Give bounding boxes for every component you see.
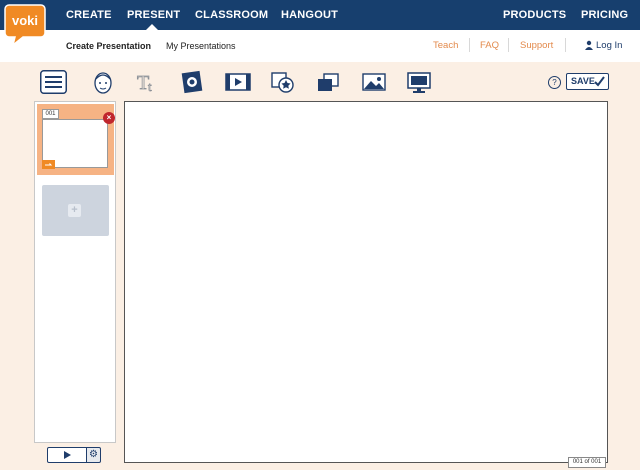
video-icon[interactable] [225, 69, 251, 95]
text-icon[interactable]: T t [136, 69, 162, 95]
slide-number: 001 [42, 109, 59, 119]
gear-icon: ⚙ [89, 449, 98, 460]
nav-products[interactable]: PRODUCTS [503, 9, 566, 21]
nav-create[interactable]: CREATE [66, 9, 112, 21]
faq-link[interactable]: FAQ [480, 40, 499, 51]
checkmark-icon [594, 76, 605, 87]
settings-button[interactable]: ⚙ [86, 447, 101, 463]
divider [565, 38, 566, 52]
character-icon[interactable] [90, 69, 116, 95]
divider [508, 38, 509, 52]
save-label: SAVE [571, 76, 595, 86]
nav-hangout[interactable]: HANGOUT [281, 9, 338, 21]
nav-pricing[interactable]: PRICING [581, 9, 628, 21]
voki-logo[interactable]: voki [3, 3, 47, 47]
create-presentation-link[interactable]: Create Presentation [66, 41, 151, 51]
login-link[interactable]: Log In [596, 40, 622, 51]
sub-nav: Create Presentation My Presentations Tea… [0, 30, 640, 62]
layers-icon[interactable] [315, 69, 341, 95]
menu-icon[interactable] [40, 70, 67, 94]
nav-present[interactable]: PRESENT [127, 9, 180, 21]
user-icon [585, 40, 593, 50]
svg-text:t: t [148, 79, 152, 94]
logo-text: voki [12, 13, 38, 28]
save-button[interactable]: SAVE [566, 73, 609, 90]
top-nav: CREATE PRESENT CLASSROOM HANGOUT PRODUCT… [0, 0, 640, 30]
nav-classroom[interactable]: CLASSROOM [195, 9, 268, 21]
help-button[interactable]: ? [548, 76, 561, 89]
my-presentations-link[interactable]: My Presentations [166, 41, 236, 51]
shape-icon[interactable] [270, 69, 296, 95]
divider [469, 38, 470, 52]
image-icon[interactable] [180, 69, 206, 95]
background-icon[interactable] [361, 69, 387, 95]
delete-slide-icon[interactable]: × [103, 112, 115, 124]
play-icon [64, 451, 71, 459]
page-counter: 001 of 001 [568, 457, 606, 468]
play-button[interactable] [47, 447, 87, 463]
screen-icon[interactable] [406, 69, 432, 95]
slide-tag-icon [42, 160, 55, 169]
teach-link[interactable]: Teach [433, 40, 458, 51]
presentation-canvas[interactable] [124, 101, 608, 463]
plus-icon: + [68, 204, 81, 217]
support-link[interactable]: Support [520, 40, 553, 51]
